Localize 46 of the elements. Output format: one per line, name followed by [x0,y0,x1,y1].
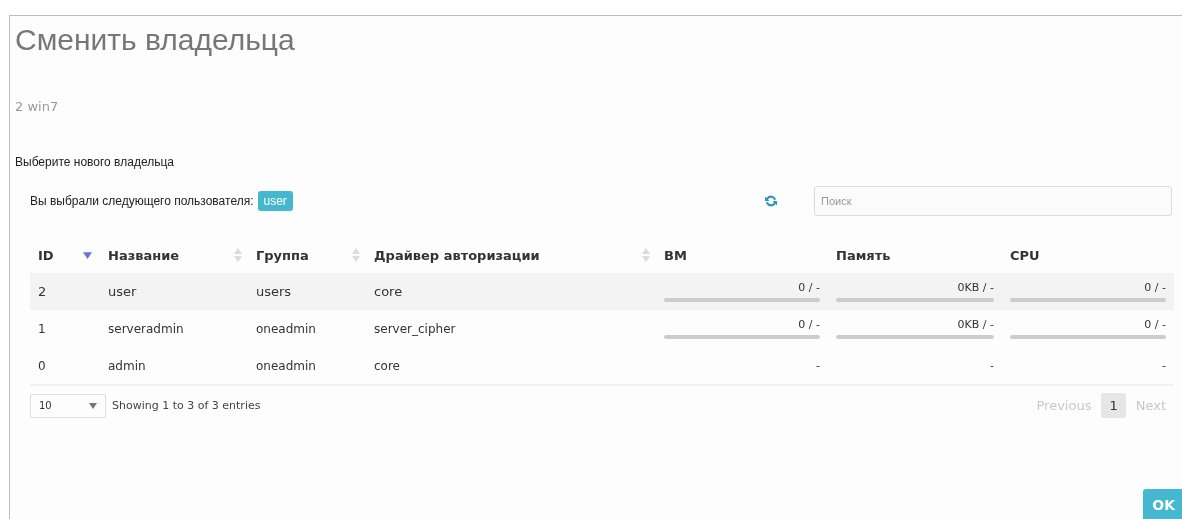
table-cell-text: core [374,358,401,373]
table-cell-text: serveradmin [108,321,185,336]
sort-icon[interactable] [234,248,242,262]
table-cell-text: oneadmin [256,358,317,373]
table-cell-text: oneadmin [256,321,317,336]
search-field[interactable]: Поиск [814,186,1172,216]
prompt-text: Выберите нового владельца [15,155,175,169]
refresh-icon[interactable] [763,193,779,209]
vm-name: 2 win7 [15,99,60,114]
table-cell: 0 / - [1144,281,1166,294]
table-cell: - [816,359,820,372]
column-header[interactable]: Память [836,247,891,263]
column-header[interactable]: CPU [1010,247,1040,263]
table-cell-text: 0 [38,358,47,373]
table-row[interactable]: 2 user users core 0 / - 0KB / - 0 / - [30,273,1174,310]
column-header[interactable]: ID [38,247,54,263]
table-cell-text: server_cipher [374,321,457,336]
table-cell-text: 1 [38,321,47,336]
table-cell: - [990,359,994,372]
sort-descending-icon[interactable] [83,251,92,259]
table-cell-text: user [108,284,138,299]
table-cell: 0 / - [1144,318,1166,331]
entries-info: Showing 1 to 3 of 3 entries [112,399,261,412]
table-cell: 0KB / - [957,281,994,294]
table-cell: 0KB / - [957,318,994,331]
table-cell-text: users [256,284,293,299]
column-header[interactable]: Группа [256,247,309,263]
selection-label: Вы выбрали следующего пользователя: [30,194,254,208]
dialog-title: Сменить владельца [14,22,296,58]
column-header[interactable]: ВМ [664,247,687,263]
table-cell: 0 / - [798,318,820,331]
page-size-select[interactable]: 10 [30,393,106,418]
table-row[interactable]: 1 serveradmin oneadmin server_cipher 0 / - 0KB / - 0 / - [30,310,1174,347]
column-header[interactable]: Драйвер авторизации [374,247,540,263]
table-row[interactable]: 0 admin oneadmin core - - - [30,347,1174,384]
table-cell: - [1162,359,1166,372]
caret-icon [89,402,97,409]
page-button[interactable]: 1 [1101,393,1126,418]
table-cell: 0 / - [798,281,820,294]
sort-icon[interactable] [642,248,650,262]
table-cell-text: 2 [38,284,48,299]
table-cell-text: admin [108,358,147,373]
column-header[interactable]: Название [108,247,180,263]
sort-icon[interactable] [352,248,360,262]
table-cell-text: core [374,284,404,299]
selected-user-tag: user [257,191,293,211]
